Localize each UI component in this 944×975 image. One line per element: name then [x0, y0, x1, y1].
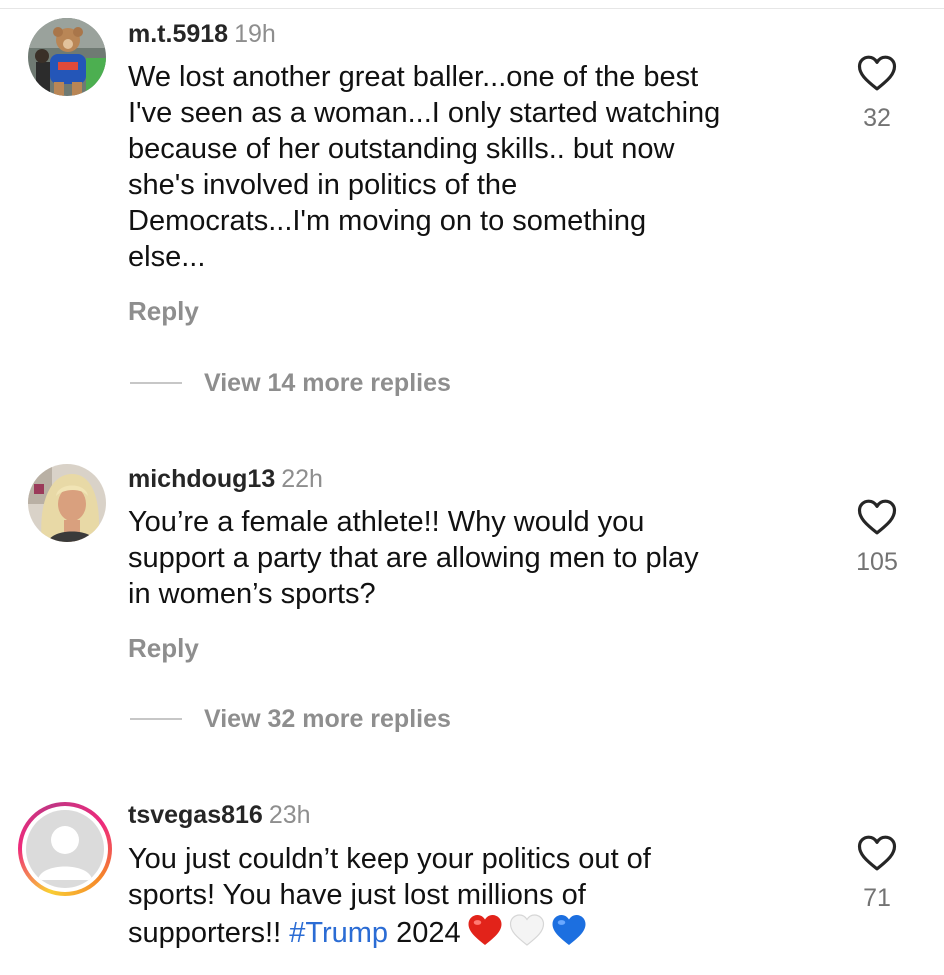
comment-header: michdoug13 22h: [128, 464, 323, 494]
like-group: 71: [840, 834, 914, 913]
comment-text: You’re a female athlete!! Why would you …: [128, 506, 699, 610]
hashtag-link[interactable]: #Trump: [289, 917, 388, 949]
story-ring[interactable]: [18, 802, 112, 896]
reply-button[interactable]: Reply: [128, 296, 199, 327]
white-heart-icon: [509, 914, 544, 946]
comment-text: You just couldn’t keep your politics out…: [128, 841, 818, 951]
username-link[interactable]: michdoug13: [128, 465, 275, 493]
comment-timestamp: 23h: [268, 801, 311, 829]
view-replies-divider: [130, 718, 182, 720]
like-count: 32: [863, 104, 891, 132]
avatar[interactable]: [28, 464, 106, 542]
heart-outline-icon[interactable]: [857, 834, 897, 872]
comment-timestamp: 22h: [281, 465, 323, 493]
like-group: 32: [840, 54, 914, 133]
view-replies-divider: [130, 382, 182, 384]
avatar: [26, 810, 104, 888]
view-replies-button[interactable]: View 32 more replies: [130, 704, 451, 734]
view-replies-button[interactable]: View 14 more replies: [130, 368, 451, 398]
like-count: 71: [863, 884, 891, 912]
view-replies-label: View 14 more replies: [204, 368, 451, 397]
heart-outline-icon[interactable]: [857, 498, 897, 536]
comment-timestamp: 19h: [234, 20, 276, 48]
reply-button[interactable]: Reply: [128, 633, 199, 664]
username-link[interactable]: tsvegas816: [128, 801, 263, 829]
comment-header: m.t.5918 19h: [128, 19, 276, 49]
blue-heart-icon: [552, 915, 586, 945]
username-link[interactable]: m.t.5918: [128, 20, 228, 48]
woman-photo-icon: [28, 464, 106, 542]
avatar[interactable]: [28, 18, 106, 96]
default-profile-icon: [26, 810, 104, 888]
comment-header: tsvegas816 23h: [128, 800, 311, 830]
like-group: 105: [840, 498, 914, 577]
red-heart-icon: [468, 915, 502, 945]
heart-outline-icon[interactable]: [857, 54, 897, 92]
view-replies-label: View 32 more replies: [204, 704, 451, 733]
comment-text: We lost another great baller...one of th…: [128, 61, 721, 273]
teddy-bear-photo-icon: [28, 18, 106, 96]
comment-text-part: 2024: [388, 917, 461, 949]
top-divider: [0, 8, 944, 9]
like-count: 105: [856, 548, 898, 576]
